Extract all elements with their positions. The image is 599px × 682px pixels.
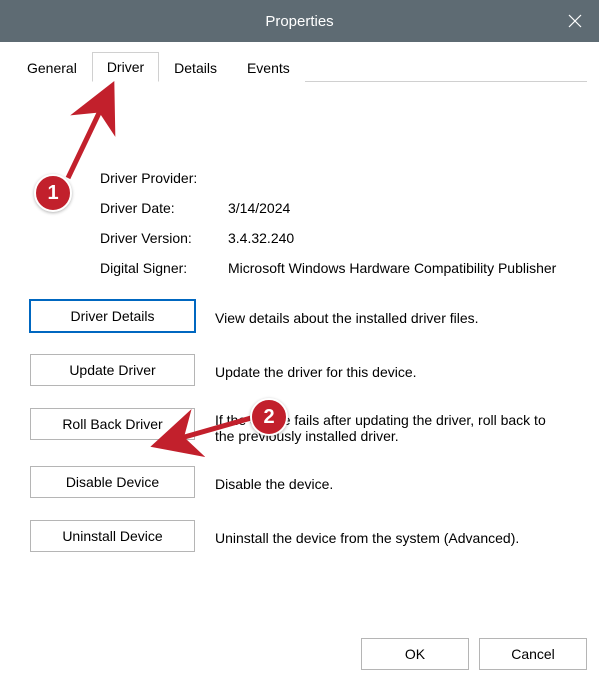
dialog-button-row: OK Cancel [361, 638, 587, 670]
info-label-provider: Driver Provider: [100, 170, 220, 186]
disable-device-button[interactable]: Disable Device [30, 466, 195, 498]
driver-info-grid: Driver Provider: Driver Date: 3/14/2024 … [100, 170, 569, 276]
driver-details-button[interactable]: Driver Details [30, 300, 195, 332]
tab-events[interactable]: Events [232, 53, 305, 82]
info-value-date: 3/14/2024 [228, 200, 569, 216]
uninstall-device-button[interactable]: Uninstall Device [30, 520, 195, 552]
close-icon [568, 14, 582, 28]
tab-general[interactable]: General [12, 53, 92, 82]
titlebar: Properties [0, 0, 599, 42]
cancel-button[interactable]: Cancel [479, 638, 587, 670]
action-row-rollback: Roll Back Driver If the device fails aft… [30, 408, 569, 444]
disable-device-desc: Disable the device. [215, 472, 569, 492]
client-area: General Driver Details Events Driver Pro… [0, 42, 599, 612]
action-row-disable: Disable Device Disable the device. [30, 466, 569, 498]
info-label-signer: Digital Signer: [100, 260, 220, 276]
action-row-update: Update Driver Update the driver for this… [30, 354, 569, 386]
update-driver-button[interactable]: Update Driver [30, 354, 195, 386]
update-driver-desc: Update the driver for this device. [215, 360, 569, 380]
action-row-details: Driver Details View details about the in… [30, 300, 569, 332]
info-value-version: 3.4.32.240 [228, 230, 569, 246]
tab-strip: General Driver Details Events [12, 52, 587, 82]
info-label-date: Driver Date: [100, 200, 220, 216]
info-value-signer: Microsoft Windows Hardware Compatibility… [228, 260, 569, 276]
tab-driver[interactable]: Driver [92, 52, 159, 82]
driver-details-desc: View details about the installed driver … [215, 306, 569, 326]
window-title: Properties [265, 13, 333, 30]
close-button[interactable] [551, 0, 599, 42]
roll-back-driver-button[interactable]: Roll Back Driver [30, 408, 195, 440]
uninstall-device-desc: Uninstall the device from the system (Ad… [215, 526, 569, 546]
ok-button[interactable]: OK [361, 638, 469, 670]
info-value-provider [228, 170, 569, 186]
info-label-version: Driver Version: [100, 230, 220, 246]
tab-body-driver: Driver Provider: Driver Date: 3/14/2024 … [12, 82, 587, 612]
roll-back-driver-desc: If the device fails after updating the d… [215, 408, 569, 444]
action-row-uninstall: Uninstall Device Uninstall the device fr… [30, 520, 569, 552]
tab-details[interactable]: Details [159, 53, 232, 82]
